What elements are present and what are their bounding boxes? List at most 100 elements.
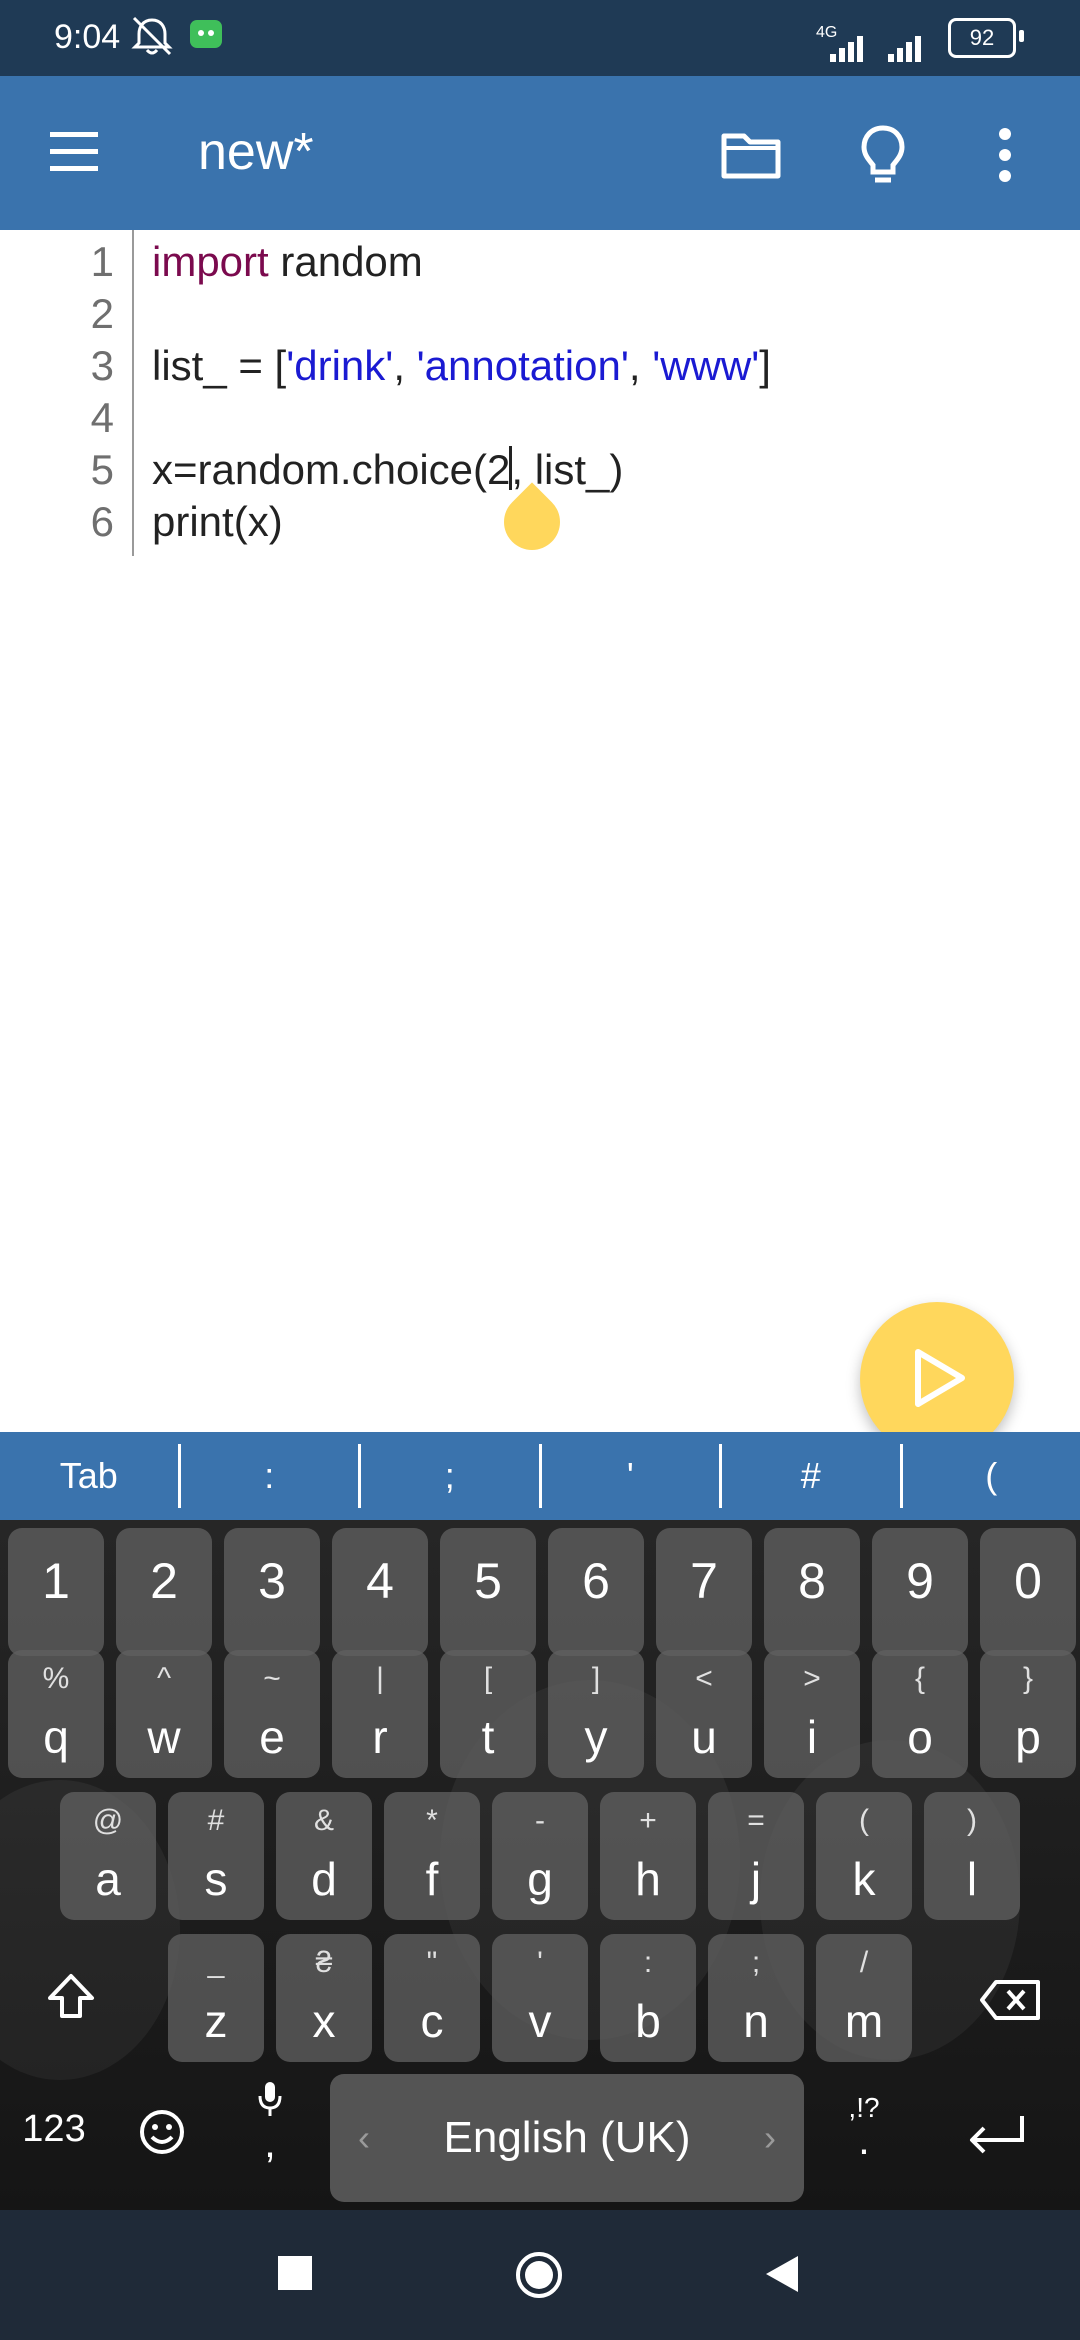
hamburger-menu-icon[interactable] xyxy=(44,122,104,182)
space-key[interactable]: ‹ English (UK) › xyxy=(330,2074,804,2202)
key-k[interactable]: (k xyxy=(816,1792,912,1920)
punctuation-main: . xyxy=(858,2116,870,2163)
key-7[interactable]: 7 xyxy=(656,1528,752,1656)
backspace-key[interactable] xyxy=(958,1934,1068,2062)
key-1[interactable]: 1 xyxy=(8,1528,104,1656)
chevron-left-icon: ‹ xyxy=(358,2117,370,2158)
microphone-icon xyxy=(258,2082,282,2116)
key-i[interactable]: > i xyxy=(764,1650,860,1778)
line-number: 3 xyxy=(90,342,114,389)
key-j[interactable]: = j xyxy=(708,1792,804,1920)
code-text: , xyxy=(628,342,653,389)
key-y[interactable]: ] y xyxy=(548,1650,644,1778)
key-o[interactable]: {o xyxy=(872,1650,968,1778)
enter-key[interactable] xyxy=(962,2110,1032,2165)
string-token: 'annotation' xyxy=(416,342,629,389)
code-line-3[interactable]: 3 list_ = ['drink', 'annotation', 'www'] xyxy=(0,340,1080,392)
key-w[interactable]: ^ w xyxy=(116,1650,212,1778)
code-text: print(x) xyxy=(152,498,283,545)
key-p[interactable]: } p xyxy=(980,1650,1076,1778)
home-circle-icon[interactable] xyxy=(514,2250,564,2300)
key-3[interactable]: 3 xyxy=(224,1528,320,1656)
symbol-bar: Tab : ; ' # ( xyxy=(0,1432,1080,1520)
key-s[interactable]: # s xyxy=(168,1792,264,1920)
key-c[interactable]: " c xyxy=(384,1934,480,2062)
line-number: 2 xyxy=(90,290,114,337)
code-line-4[interactable]: 4 xyxy=(0,392,1080,444)
code-text: ] xyxy=(759,342,771,389)
punctuation-key[interactable]: ,!? . xyxy=(836,2092,892,2164)
key-u[interactable]: < u xyxy=(656,1650,752,1778)
signal-icon-2 xyxy=(880,30,940,69)
symbol-key-tab[interactable]: Tab xyxy=(0,1444,181,1508)
shift-key[interactable] xyxy=(20,1934,120,2062)
mute-bell-icon xyxy=(128,14,176,63)
line-number: 6 xyxy=(90,498,114,545)
key-e[interactable]: ~ e xyxy=(224,1650,320,1778)
line-number: 4 xyxy=(90,394,114,441)
string-token: 'www' xyxy=(652,342,760,389)
key-g[interactable]: -g xyxy=(492,1792,588,1920)
key-2[interactable]: 2 xyxy=(116,1528,212,1656)
backspace-icon xyxy=(980,1980,1040,2020)
key-h[interactable]: + h xyxy=(600,1792,696,1920)
recents-square-icon[interactable] xyxy=(278,2256,312,2290)
key-r[interactable]: | r xyxy=(332,1650,428,1778)
key-z[interactable]: _ z xyxy=(168,1934,264,2062)
code-editor[interactable]: 1 import random 2 3 list_ = ['drink', 'a… xyxy=(0,230,1080,1430)
key-t[interactable]: [t xyxy=(440,1650,536,1778)
key-n[interactable]: ; n xyxy=(708,1934,804,2062)
app-notification-icon xyxy=(188,14,224,55)
battery-indicator: 92 xyxy=(948,18,1016,58)
code-text: , xyxy=(393,342,417,389)
key-m[interactable]: / m xyxy=(816,1934,912,2062)
key-9[interactable]: 9 xyxy=(872,1528,968,1656)
symbol-key-hash[interactable]: # xyxy=(722,1444,903,1508)
key-q[interactable]: % q xyxy=(8,1650,104,1778)
key-f[interactable]: * f xyxy=(384,1792,480,1920)
comma-key[interactable]: , xyxy=(240,2080,300,2167)
key-8[interactable]: 8 xyxy=(764,1528,860,1656)
play-icon xyxy=(915,1349,965,1407)
symbol-key-quote[interactable]: ' xyxy=(542,1444,722,1508)
key-l[interactable]: ) l xyxy=(924,1792,1020,1920)
key-a[interactable]: @ a xyxy=(60,1792,156,1920)
string-token: 'drink' xyxy=(286,342,394,389)
more-vertical-icon[interactable] xyxy=(980,120,1030,190)
navigation-bar xyxy=(0,2210,1080,2340)
back-triangle-icon[interactable] xyxy=(762,2254,800,2294)
key-0[interactable]: 0 xyxy=(980,1528,1076,1656)
line-number: 5 xyxy=(90,446,114,493)
shift-icon xyxy=(48,1974,94,2018)
code-text: list_ = [ xyxy=(152,342,287,389)
keyboard: 1 2 3 4 5 6 7 8 9 0 % q ^ w ~ e | r [t ] y < u… xyxy=(0,1520,1080,2210)
symbol-key-colon[interactable]: : xyxy=(181,1444,361,1508)
status-bar: 9:04 4G 92 xyxy=(0,0,1080,76)
line-number: 1 xyxy=(90,238,114,285)
numbers-key[interactable]: 123 xyxy=(14,2108,94,2151)
code-text: x=random.choice(2 xyxy=(152,446,511,493)
code-line-1[interactable]: 1 import random xyxy=(0,236,1080,288)
key-b[interactable]: :b xyxy=(600,1934,696,2062)
symbol-key-paren[interactable]: ( xyxy=(903,1444,1080,1508)
folder-icon[interactable] xyxy=(716,120,786,190)
key-x[interactable]: ₴ x xyxy=(276,1934,372,2062)
code-text: random xyxy=(268,238,423,285)
comma-label: , xyxy=(264,2119,276,2166)
lightbulb-icon[interactable] xyxy=(848,120,918,190)
key-4[interactable]: 4 xyxy=(332,1528,428,1656)
symbol-key-semicolon[interactable]: ; xyxy=(361,1444,542,1508)
emoji-icon[interactable] xyxy=(136,2106,188,2163)
key-d[interactable]: & d xyxy=(276,1792,372,1920)
space-label: English (UK) xyxy=(443,2113,691,2162)
code-line-2[interactable]: 2 xyxy=(0,288,1080,340)
key-5[interactable]: 5 xyxy=(440,1528,536,1656)
key-v[interactable]: ' v xyxy=(492,1934,588,2062)
status-time: 9:04 xyxy=(54,18,121,56)
app-bar: new* xyxy=(0,76,1080,230)
enter-icon xyxy=(970,2116,1024,2154)
key-6[interactable]: 6 xyxy=(548,1528,644,1656)
chevron-right-icon: › xyxy=(764,2117,776,2158)
file-title: new* xyxy=(198,123,314,181)
code-line-5[interactable]: 5 x=random.choice(2, list_) xyxy=(0,444,1080,496)
